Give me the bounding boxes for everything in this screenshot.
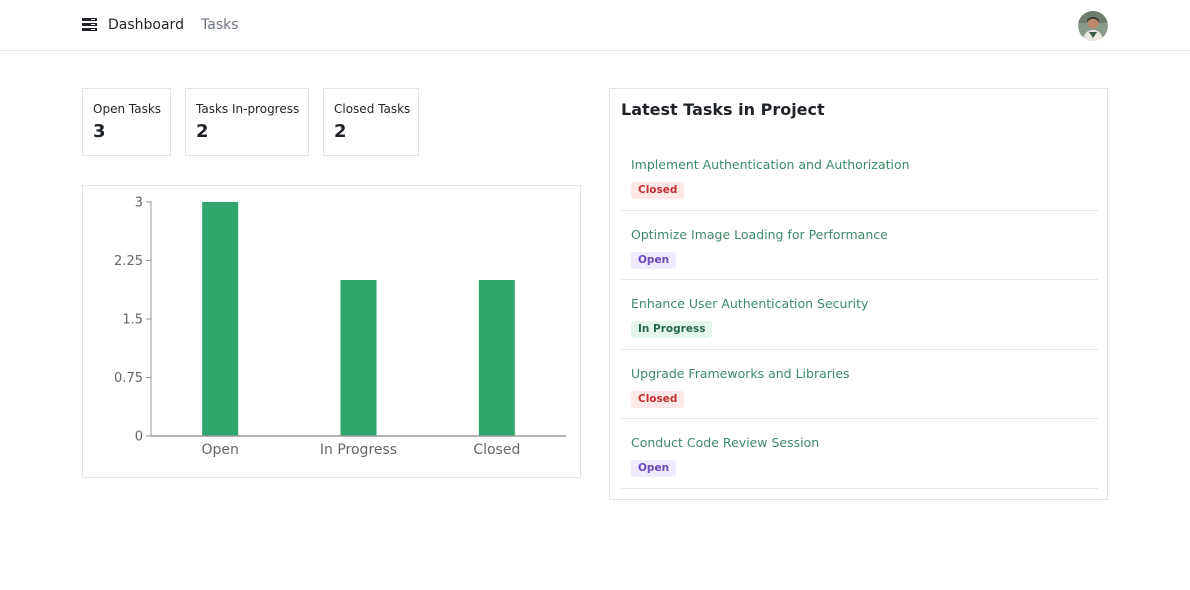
x-tick-label: In Progress xyxy=(320,442,397,458)
task-status-badge: Closed xyxy=(631,390,685,408)
bar-open xyxy=(202,202,239,436)
task-title-link[interactable]: Optimize Image Loading for Performance xyxy=(631,227,888,243)
closed-tasks-count: 2 xyxy=(334,121,347,142)
x-tick-label: Open xyxy=(201,442,238,458)
x-tick-label: Closed xyxy=(473,442,520,458)
open-tasks-count: 3 xyxy=(93,121,106,142)
task-title-link[interactable]: Upgrade Frameworks and Libraries xyxy=(631,366,850,382)
y-tick-label: 0 xyxy=(135,430,143,445)
task-list-item: Optimize Image Loading for Performance Op… xyxy=(621,211,1098,281)
open-tasks-label: Open Tasks xyxy=(93,102,162,116)
in-progress-tasks-card: Tasks In-progress 2 xyxy=(185,88,309,156)
bar-closed xyxy=(478,280,515,436)
bar-in-progress xyxy=(340,280,377,436)
in-progress-tasks-label: Tasks In-progress xyxy=(196,102,300,116)
task-status-badge: Closed xyxy=(631,182,685,199)
closed-tasks-label: Closed Tasks xyxy=(334,102,411,116)
latest-tasks-list: Implement Authentication and Authorizati… xyxy=(621,141,1098,489)
task-title-link[interactable]: Conduct Code Review Session xyxy=(631,435,819,451)
task-list-item: Upgrade Frameworks and Libraries Closed xyxy=(621,350,1098,420)
top-navbar: Dashboard Tasks xyxy=(0,0,1190,51)
y-tick-label: 2.25 xyxy=(114,254,143,269)
task-status-chart: 0 0.75 1.5 2.25 3 Open In Progress Closed xyxy=(82,185,581,478)
task-list-item: Implement Authentication and Authorizati… xyxy=(621,141,1098,211)
nav-dashboard-link[interactable]: Dashboard xyxy=(108,16,184,34)
task-title-link[interactable]: Implement Authentication and Authorizati… xyxy=(631,157,910,173)
task-title-link[interactable]: Enhance User Authentication Security xyxy=(631,296,868,312)
task-status-badge: In Progress xyxy=(631,321,713,339)
in-progress-tasks-count: 2 xyxy=(196,121,209,142)
task-status-badge: Open xyxy=(631,460,677,478)
avatar-image xyxy=(1078,11,1108,41)
open-tasks-card: Open Tasks 3 xyxy=(82,88,171,156)
latest-tasks-title: Latest Tasks in Project xyxy=(621,100,825,119)
y-tick-label: 0.75 xyxy=(114,371,143,386)
user-avatar[interactable] xyxy=(1078,11,1108,41)
y-tick-label: 1.5 xyxy=(122,313,143,328)
task-list-icon[interactable] xyxy=(82,18,97,32)
task-list-item: Conduct Code Review Session Open xyxy=(621,419,1098,489)
task-list-item: Enhance User Authentication Security In P… xyxy=(621,280,1098,350)
nav-tasks-link[interactable]: Tasks xyxy=(201,16,239,34)
bar-chart-svg: 0 0.75 1.5 2.25 3 Open In Progress Closed xyxy=(114,196,566,458)
y-tick-label: 3 xyxy=(135,196,143,211)
latest-tasks-panel: Latest Tasks in Project Implement Authen… xyxy=(609,88,1108,500)
closed-tasks-card: Closed Tasks 2 xyxy=(323,88,419,156)
task-status-badge: Open xyxy=(631,251,677,269)
